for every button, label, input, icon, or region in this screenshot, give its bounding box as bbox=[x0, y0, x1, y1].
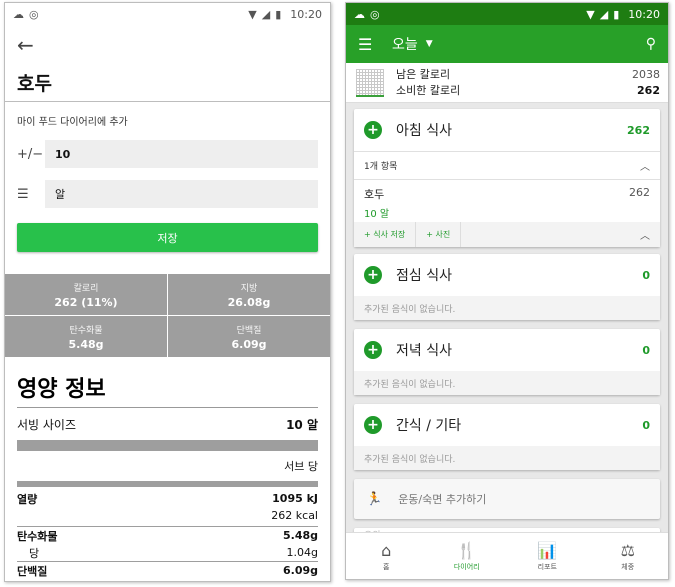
battery-icon: ▮ bbox=[275, 7, 282, 21]
signal-icon: ◢ bbox=[599, 7, 609, 21]
calorie-summary[interactable]: 남은 칼로리 소비한 칼로리 2038 262 bbox=[346, 63, 668, 103]
meal-calories: 0 bbox=[642, 418, 650, 432]
search-icon[interactable]: ⚲ bbox=[646, 36, 656, 52]
status-time: 10:20 bbox=[290, 7, 322, 21]
nav-report[interactable]: 📊 리포트 bbox=[507, 533, 588, 579]
nutrition-panel: 영양 정보 서빙 사이즈 10 알 서브 당 열량 1095 kJ 262 kc… bbox=[5, 357, 330, 579]
calorie-grid-icon bbox=[356, 68, 384, 97]
meal-name: 아침 식사 bbox=[396, 123, 452, 139]
consumed-value: 262 bbox=[637, 83, 660, 97]
carb-row: 탄수화물 5.48g bbox=[17, 529, 318, 543]
quantity-input[interactable]: 10 bbox=[45, 140, 318, 168]
consumed-label: 소비한 칼로리 bbox=[396, 83, 461, 97]
empty-message: 추가된 음식이 없습니다. bbox=[354, 371, 660, 395]
lunch-card: + 점심 식사 0 추가된 음식이 없습니다. bbox=[354, 254, 660, 320]
arrow-left-icon: ← bbox=[17, 33, 34, 57]
wifi-icon: ▼ bbox=[586, 7, 595, 21]
dinner-card: + 저녁 식사 0 추가된 음식이 없습니다. bbox=[354, 329, 660, 395]
signal-icon: ◢ bbox=[261, 7, 271, 21]
nutrition-title: 영양 정보 bbox=[17, 357, 318, 408]
status-bar: ☁ ◎ ▼ ◢ ▮ 10:20 bbox=[5, 3, 330, 25]
wifi-icon: ▼ bbox=[248, 7, 257, 21]
summary-protein: 단백질 6.09g bbox=[168, 316, 330, 357]
meal-name: 간식 / 기타 bbox=[396, 418, 462, 434]
empty-message: 추가된 음식이 없습니다. bbox=[354, 296, 660, 320]
scale-icon: ⚖ bbox=[620, 540, 635, 560]
bottom-nav: ⌂ 홈 🍴 다이어리 📊 리포트 ⚖ 체중 bbox=[346, 532, 668, 579]
meal-calories: 262 bbox=[627, 123, 650, 137]
remaining-value: 2038 bbox=[632, 67, 660, 81]
nav-diary[interactable]: 🍴 다이어리 bbox=[427, 533, 508, 579]
items-toggle[interactable]: 1개 항목 ︿ bbox=[354, 152, 660, 179]
summary-fat: 지방 26.08g bbox=[168, 274, 330, 315]
sugar-row: 당 1.04g bbox=[29, 546, 318, 560]
meal-calories: 0 bbox=[642, 268, 650, 282]
meal-name: 저녁 식사 bbox=[396, 343, 452, 359]
cloud-icon: ☁ bbox=[13, 7, 24, 21]
date-selector[interactable]: 오늘 bbox=[392, 34, 418, 54]
energy-kcal-row: 262 kcal bbox=[271, 509, 318, 522]
save-meal-button[interactable]: + 식사 저장 bbox=[354, 222, 417, 247]
diary-content: 남은 칼로리 소비한 칼로리 2038 262 + 아침 식사 262 1개 항… bbox=[346, 63, 668, 532]
meal-calories: 0 bbox=[642, 343, 650, 357]
summary-calories: 칼로리 262 (11%) bbox=[5, 274, 167, 315]
unit-select[interactable]: 알 bbox=[45, 180, 318, 208]
diary-screen: ☁ ◎ ▼ ◢ ▮ 10:20 ☰ 오늘 ▼ ⚲ 남은 칼로리 소비한 칼로리 … bbox=[345, 2, 669, 580]
nav-weight[interactable]: ⚖ 체중 bbox=[588, 533, 669, 579]
add-exercise-button[interactable]: 🏃 운동/숙면 추가하기 bbox=[354, 479, 660, 519]
food-entry[interactable]: 호두 10 알 262 bbox=[354, 180, 660, 222]
home-icon: ⌂ bbox=[381, 540, 392, 560]
energy-row: 열량 1095 kJ bbox=[17, 492, 318, 506]
remaining-label: 남은 칼로리 bbox=[396, 67, 451, 81]
summary-carbs: 탄수화물 5.48g bbox=[5, 316, 167, 357]
serving-size-row: 서빙 사이즈 10 알 bbox=[17, 417, 318, 432]
running-icon: 🏃 bbox=[366, 491, 383, 507]
snack-card: + 간식 / 기타 0 추가된 음식이 없습니다. bbox=[354, 404, 660, 470]
toolbar: ☰ 오늘 ▼ ⚲ bbox=[346, 25, 668, 63]
sync-icon: ◎ bbox=[29, 7, 39, 21]
breakfast-card: + 아침 식사 262 1개 항목 ︿ 호두 10 알 262 + 식사 저장 … bbox=[354, 109, 660, 247]
cloud-icon: ☁ bbox=[354, 7, 365, 21]
status-time: 10:20 bbox=[628, 7, 660, 21]
add-dinner-icon[interactable]: + bbox=[364, 341, 382, 359]
nav-home[interactable]: ⌂ 홈 bbox=[346, 533, 427, 579]
add-to-diary-label: 마이 푸드 다이어리에 추가 bbox=[17, 117, 128, 128]
protein-row: 단백질 6.09g bbox=[17, 564, 318, 578]
fork-knife-icon: 🍴 bbox=[456, 540, 477, 560]
save-button[interactable]: 저장 bbox=[17, 223, 318, 252]
food-detail-screen: ☁ ◎ ▼ ◢ ▮ 10:20 ← 호두 마이 푸드 다이어리에 추가 +/− … bbox=[4, 2, 331, 582]
battery-icon: ▮ bbox=[613, 7, 620, 21]
add-lunch-icon[interactable]: + bbox=[364, 266, 382, 284]
empty-message: 추가된 음식이 없습니다. bbox=[354, 446, 660, 470]
per-serving-label: 서브 당 bbox=[284, 460, 318, 473]
chevron-up-icon[interactable]: ︿ bbox=[640, 227, 660, 242]
add-snack-icon[interactable]: + bbox=[364, 416, 382, 434]
back-button[interactable]: ← bbox=[5, 25, 330, 65]
add-photo-button[interactable]: + 사진 bbox=[416, 222, 462, 247]
status-bar: ☁ ◎ ▼ ◢ ▮ 10:20 bbox=[346, 3, 668, 25]
chart-icon: 📊 bbox=[537, 540, 558, 560]
plus-minus-icon: +/− bbox=[17, 146, 44, 162]
list-icon: ☰ bbox=[17, 186, 29, 202]
nutrient-summary: 칼로리 262 (11%) 지방 26.08g 탄수화물 5.48g 단백질 6… bbox=[5, 274, 330, 357]
caret-down-icon[interactable]: ▼ bbox=[426, 39, 433, 49]
meal-name: 점심 식사 bbox=[396, 268, 452, 284]
sync-icon: ◎ bbox=[370, 7, 380, 21]
add-breakfast-icon[interactable]: + bbox=[364, 121, 382, 139]
food-title: 호두 bbox=[17, 73, 52, 95]
menu-icon[interactable]: ☰ bbox=[358, 35, 392, 54]
chevron-up-icon: ︿ bbox=[640, 162, 650, 173]
